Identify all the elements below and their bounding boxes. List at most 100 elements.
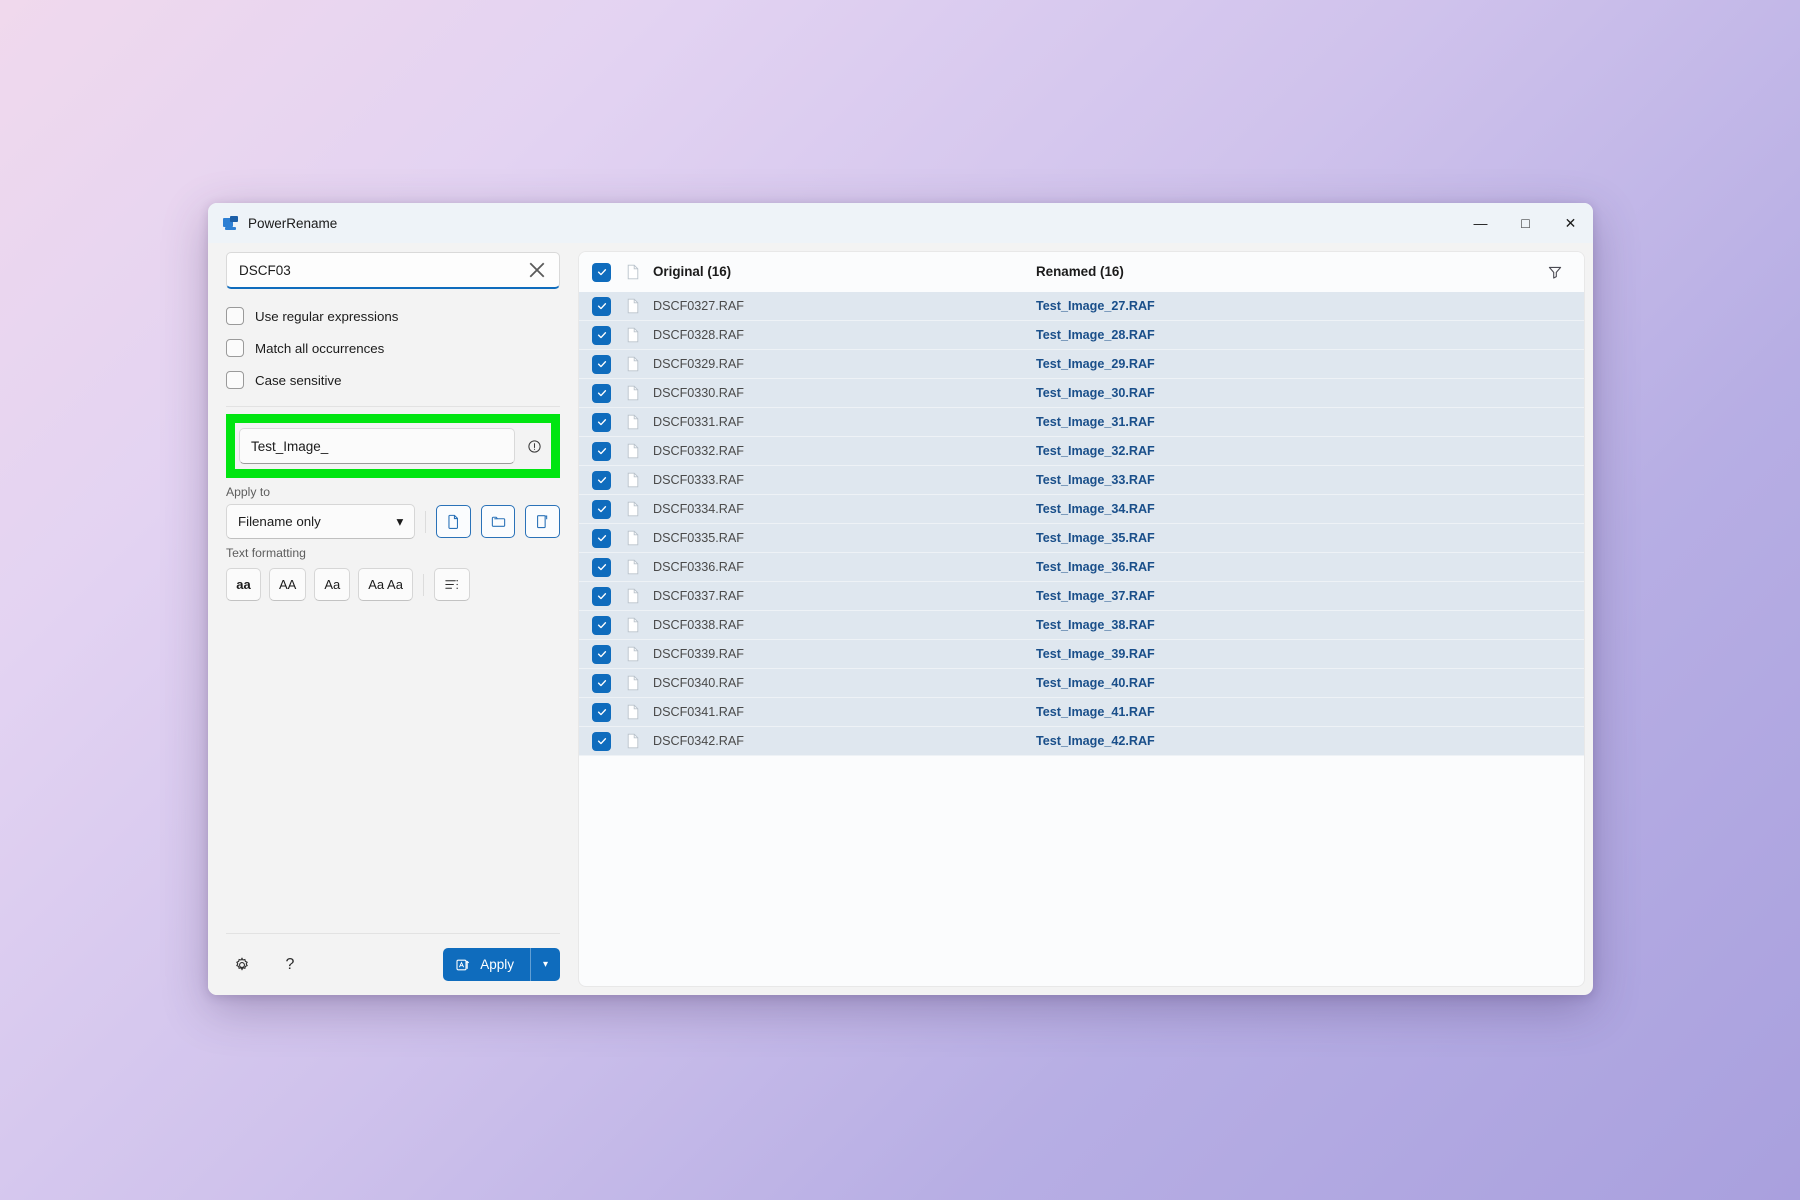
row-checkbox[interactable] (592, 355, 611, 374)
option-match-all-occurrences[interactable]: Match all occurrences (226, 332, 560, 364)
lowercase-button[interactable]: aa (226, 568, 261, 601)
row-file-icon (626, 298, 653, 314)
row-check-cell (592, 616, 626, 635)
row-original-name: DSCF0327.RAF (653, 299, 744, 313)
replace-field-row (239, 428, 547, 464)
row-checkbox[interactable] (592, 732, 611, 751)
replace-info-button[interactable] (521, 433, 547, 459)
title-bar-left: PowerRename (208, 215, 337, 232)
row-original-name: DSCF0342.RAF (653, 734, 744, 748)
row-checkbox[interactable] (592, 587, 611, 606)
folder-icon (490, 513, 507, 530)
maximize-button[interactable]: □ (1503, 203, 1548, 243)
table-row[interactable]: DSCF0342.RAF Test_Image_42.RAF (579, 727, 1584, 756)
uppercase-button[interactable]: AA (269, 568, 306, 601)
row-original-name: DSCF0328.RAF (653, 328, 744, 342)
include-folders-button[interactable] (481, 505, 516, 538)
option-use-regex[interactable]: Use regular expressions (226, 300, 560, 332)
table-row[interactable]: DSCF0333.RAF Test_Image_33.RAF (579, 466, 1584, 495)
apply-button[interactable]: Apply (443, 948, 530, 981)
include-subfolders-button[interactable] (525, 505, 560, 538)
table-row[interactable]: DSCF0335.RAF Test_Image_35.RAF (579, 524, 1584, 553)
search-box[interactable] (226, 252, 560, 289)
replace-box[interactable] (239, 428, 515, 464)
row-checkbox[interactable] (592, 297, 611, 316)
close-button[interactable]: ✕ (1548, 203, 1593, 243)
table-row[interactable]: DSCF0341.RAF Test_Image_41.RAF (579, 698, 1584, 727)
document-icon (626, 472, 640, 488)
row-check-cell (592, 442, 626, 461)
row-file-icon (626, 443, 653, 459)
row-original-name: DSCF0329.RAF (653, 357, 744, 371)
row-checkbox[interactable] (592, 645, 611, 664)
row-renamed-cell: Test_Image_34.RAF (1036, 500, 1536, 518)
column-header-original[interactable]: Original (16) (653, 263, 1036, 281)
table-row[interactable]: DSCF0339.RAF Test_Image_39.RAF (579, 640, 1584, 669)
settings-button[interactable] (226, 949, 258, 981)
table-row[interactable]: DSCF0331.RAF Test_Image_31.RAF (579, 408, 1584, 437)
row-checkbox[interactable] (592, 703, 611, 722)
row-original-cell: DSCF0329.RAF (653, 355, 1036, 373)
apply-to-row: Filename only ▾ (226, 504, 560, 539)
row-renamed-name: Test_Image_41.RAF (1036, 705, 1155, 719)
document-icon (626, 530, 640, 546)
apply-button-label: Apply (480, 957, 514, 972)
help-button[interactable]: ? (274, 949, 306, 981)
include-files-button[interactable] (436, 505, 471, 538)
file-icon (445, 513, 462, 530)
clear-search-button[interactable] (525, 258, 549, 282)
select-all-checkbox[interactable] (592, 263, 611, 282)
checkbox-case-sensitive[interactable] (226, 371, 244, 389)
enumerate-button[interactable] (434, 568, 470, 601)
table-row[interactable]: DSCF0336.RAF Test_Image_36.RAF (579, 553, 1584, 582)
row-renamed-name: Test_Image_28.RAF (1036, 328, 1155, 342)
row-checkbox[interactable] (592, 674, 611, 693)
minimize-button[interactable]: — (1458, 203, 1503, 243)
table-row[interactable]: DSCF0332.RAF Test_Image_32.RAF (579, 437, 1584, 466)
window-body: Use regular expressions Match all occurr… (208, 243, 1593, 995)
table-row[interactable]: DSCF0328.RAF Test_Image_28.RAF (579, 321, 1584, 350)
document-icon (626, 414, 640, 430)
row-file-icon (626, 414, 653, 430)
help-label: ? (286, 956, 295, 974)
capitalize-button[interactable]: Aa Aa (358, 568, 413, 601)
row-checkbox[interactable] (592, 500, 611, 519)
select-all-cell (592, 263, 626, 282)
table-row[interactable]: DSCF0334.RAF Test_Image_34.RAF (579, 495, 1584, 524)
row-check-cell (592, 384, 626, 403)
titlecase-button[interactable]: Aa (314, 568, 350, 601)
document-icon (626, 356, 640, 372)
row-renamed-cell: Test_Image_38.RAF (1036, 616, 1536, 634)
table-row[interactable]: DSCF0338.RAF Test_Image_38.RAF (579, 611, 1584, 640)
row-renamed-cell: Test_Image_36.RAF (1036, 558, 1536, 576)
apply-dropdown-button[interactable]: ▾ (530, 948, 560, 981)
checkbox-use-regex[interactable] (226, 307, 244, 325)
filter-button[interactable] (1541, 258, 1569, 286)
option-case-sensitive[interactable]: Case sensitive (226, 364, 560, 396)
row-checkbox[interactable] (592, 616, 611, 635)
row-checkbox[interactable] (592, 442, 611, 461)
row-checkbox[interactable] (592, 529, 611, 548)
table-row[interactable]: DSCF0327.RAF Test_Image_27.RAF (579, 292, 1584, 321)
checkbox-match-all[interactable] (226, 339, 244, 357)
row-checkbox[interactable] (592, 384, 611, 403)
row-checkbox[interactable] (592, 471, 611, 490)
column-header-renamed[interactable]: Renamed (16) (1036, 263, 1536, 281)
row-checkbox[interactable] (592, 413, 611, 432)
table-row[interactable]: DSCF0329.RAF Test_Image_29.RAF (579, 350, 1584, 379)
search-input[interactable] (239, 263, 525, 278)
row-checkbox[interactable] (592, 326, 611, 345)
row-check-cell (592, 645, 626, 664)
table-row[interactable]: DSCF0330.RAF Test_Image_30.RAF (579, 379, 1584, 408)
table-row[interactable]: DSCF0337.RAF Test_Image_37.RAF (579, 582, 1584, 611)
replace-input[interactable] (251, 439, 503, 454)
check-icon (596, 619, 608, 631)
check-icon (596, 445, 608, 457)
apply-to-select[interactable]: Filename only ▾ (226, 504, 415, 539)
check-icon (596, 387, 608, 399)
row-renamed-name: Test_Image_37.RAF (1036, 589, 1155, 603)
check-icon (596, 532, 608, 544)
table-row[interactable]: DSCF0340.RAF Test_Image_40.RAF (579, 669, 1584, 698)
row-checkbox[interactable] (592, 558, 611, 577)
check-icon (596, 416, 608, 428)
